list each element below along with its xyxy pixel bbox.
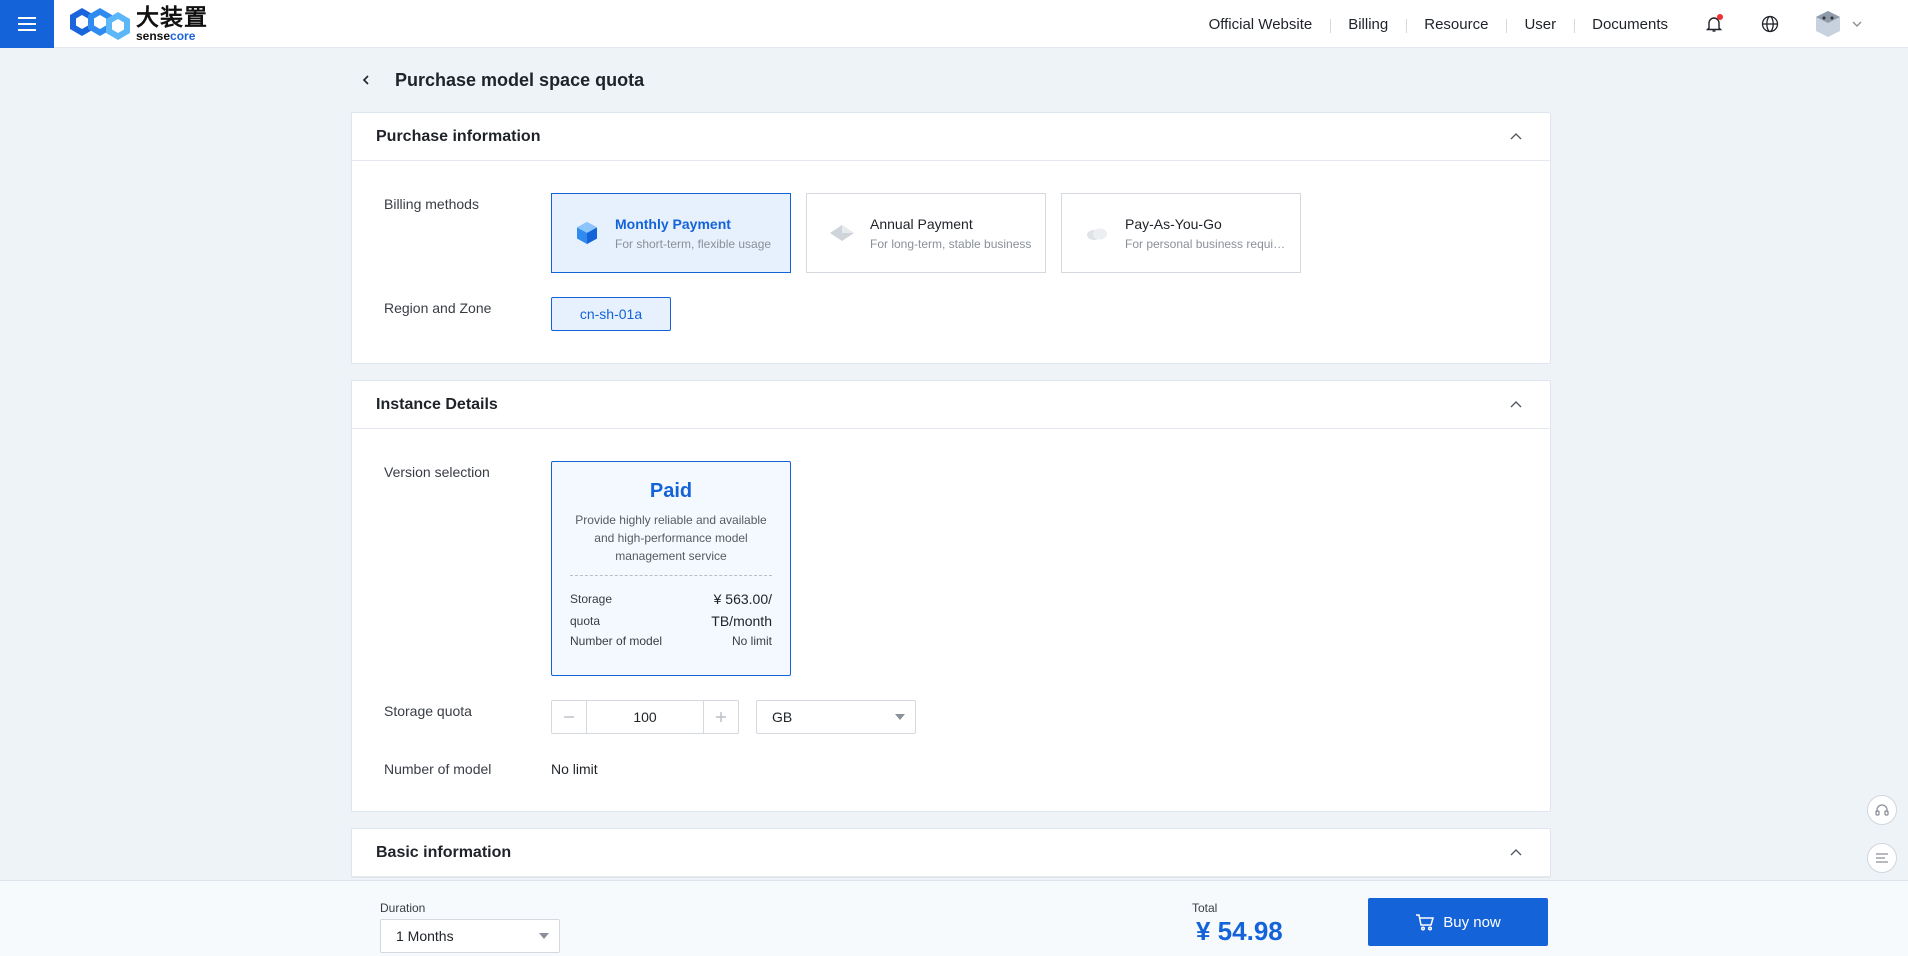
model-count-label: Number of model xyxy=(384,761,492,777)
purchase-footer: Duration 1 Months Total ¥ 54.98 Buy now xyxy=(0,880,1908,956)
plus-icon xyxy=(716,712,726,722)
chevron-up-icon xyxy=(1510,132,1522,139)
storage-quota-stepper: 100 xyxy=(551,700,739,734)
section-title: Purchase information xyxy=(376,127,541,145)
customer-support-button[interactable] xyxy=(1867,795,1897,825)
model-count-value: No limit xyxy=(551,761,598,777)
main-content: Purchase model space quota Purchase info… xyxy=(351,48,1551,894)
billing-methods-label: Billing methods xyxy=(384,196,479,212)
chevron-up-icon xyxy=(1510,848,1522,855)
purchase-information-section: Purchase information Billing methods Mon… xyxy=(351,112,1551,364)
headset-icon xyxy=(1875,804,1889,816)
version-name: Paid xyxy=(649,480,693,502)
spec-storage-label: Storage quota xyxy=(570,592,613,628)
avatar xyxy=(1816,11,1840,37)
billing-option-name: Annual Payment xyxy=(870,215,973,232)
nav-resource[interactable]: Resource xyxy=(1406,16,1506,33)
nav-user[interactable]: User xyxy=(1506,16,1574,33)
list-menu-button[interactable] xyxy=(1867,843,1897,873)
duration-value: 1 Months xyxy=(396,928,454,944)
chevron-up-icon xyxy=(1510,400,1522,407)
storage-quota-label: Storage quota xyxy=(384,703,472,719)
nav-documents[interactable]: Documents xyxy=(1574,16,1686,33)
globe-icon xyxy=(1761,15,1779,33)
duration-label: Duration xyxy=(380,901,426,915)
billing-option-annual[interactable]: Annual Payment For long-term, stable bus… xyxy=(806,193,1046,273)
back-button[interactable] xyxy=(355,69,377,91)
region-zone-label: Region and Zone xyxy=(384,300,492,316)
page-title: Purchase model space quota xyxy=(395,69,645,90)
version-description: Provide highly reliable and available an… xyxy=(570,511,772,576)
sensecore-logo-icon xyxy=(70,7,130,40)
logo[interactable]: 大装置 sensecore xyxy=(70,3,208,43)
collapse-button[interactable] xyxy=(1506,395,1526,415)
billing-option-name: Monthly Payment xyxy=(615,215,731,232)
instance-details-section: Instance Details Version selection Paid … xyxy=(351,380,1551,812)
billing-option-desc: For long-term, stable business xyxy=(870,236,1032,251)
billing-option-name: Pay-As-You-Go xyxy=(1125,215,1222,232)
chevron-down-icon xyxy=(1852,21,1862,27)
spec-storage-price: ¥ 563.00/ TB/month xyxy=(711,591,772,629)
logo-english-text: sensecore xyxy=(136,28,196,43)
dropdown-arrow-icon xyxy=(539,933,549,939)
decrement-button[interactable] xyxy=(552,701,586,733)
dropdown-arrow-icon xyxy=(895,714,905,720)
chevron-left-icon xyxy=(362,75,369,85)
menu-button[interactable] xyxy=(0,0,54,48)
billing-option-pay-as-you-go[interactable]: Pay-As-You-Go For personal business requ… xyxy=(1061,193,1301,273)
cloud-icon xyxy=(1087,228,1107,240)
logo-chinese-text: 大装置 xyxy=(136,3,208,30)
section-title: Instance Details xyxy=(376,395,498,413)
storage-unit-value: GB xyxy=(772,709,793,725)
top-nav: Official Website Billing Resource User D… xyxy=(1191,0,1908,48)
version-card-paid[interactable]: Paid Provide highly reliable and availab… xyxy=(551,461,791,676)
diamond-icon xyxy=(830,225,854,241)
storage-unit-select[interactable]: GB xyxy=(756,700,916,734)
basic-information-section: Basic information xyxy=(351,828,1551,878)
duration-select[interactable]: 1 Months xyxy=(380,919,560,953)
menu-icon xyxy=(18,22,36,25)
zone-option-cn-sh-01a[interactable]: cn-sh-01a xyxy=(551,297,671,331)
increment-button[interactable] xyxy=(704,701,738,733)
language-button[interactable] xyxy=(1742,0,1798,48)
section-title: Basic information xyxy=(376,843,512,861)
version-selection-label: Version selection xyxy=(384,464,490,480)
top-navigation-bar: 大装置 sensecore Official Website Billing R… xyxy=(0,0,1908,48)
total-price: ¥ 54.98 xyxy=(1196,916,1283,946)
spec-model-value: No limit xyxy=(731,634,772,648)
collapse-button[interactable] xyxy=(1506,843,1526,863)
cube-icon xyxy=(577,222,597,244)
list-icon xyxy=(1876,853,1888,863)
collapse-button[interactable] xyxy=(1506,127,1526,147)
billing-option-monthly[interactable]: Monthly Payment For short-term, flexible… xyxy=(551,193,791,273)
nav-billing[interactable]: Billing xyxy=(1330,16,1406,33)
spec-model-label: Number of model xyxy=(570,634,663,648)
total-label: Total xyxy=(1192,901,1218,915)
billing-option-desc: For short-term, flexible usage xyxy=(615,236,772,251)
storage-quota-input[interactable]: 100 xyxy=(586,701,704,733)
notification-dot xyxy=(1717,14,1723,20)
user-menu[interactable] xyxy=(1798,9,1908,39)
notifications-button[interactable] xyxy=(1686,0,1742,48)
billing-option-desc: For personal business requirements xyxy=(1125,236,1287,251)
buy-now-label: Buy now xyxy=(1443,913,1501,931)
nav-official-website[interactable]: Official Website xyxy=(1191,16,1331,33)
buy-now-button[interactable]: Buy now xyxy=(1368,898,1548,946)
minus-icon xyxy=(564,716,574,718)
cart-icon xyxy=(1416,914,1435,931)
